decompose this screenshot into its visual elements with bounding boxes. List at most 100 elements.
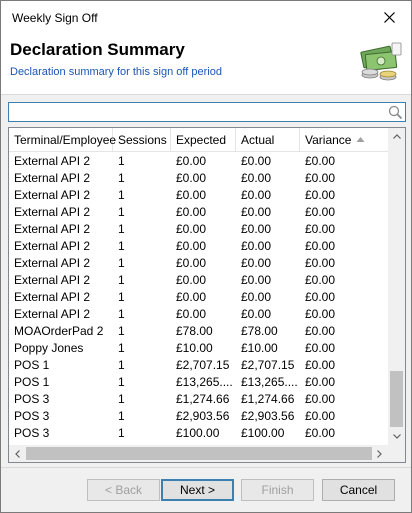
expected-cell: £0.00 bbox=[176, 273, 207, 287]
actual-cell: £2,903.56 bbox=[241, 409, 295, 423]
terminal-employee-cell: External API 2 bbox=[14, 273, 91, 287]
column-header-actual[interactable]: Actual bbox=[236, 128, 300, 152]
variance-cell: £0.00 bbox=[305, 273, 336, 287]
page-title: Declaration Summary bbox=[10, 40, 185, 59]
sessions-cell: 1 bbox=[118, 375, 125, 389]
variance-cell: £0.00 bbox=[305, 375, 336, 389]
scroll-left-button[interactable] bbox=[9, 445, 26, 462]
sessions-cell: 1 bbox=[118, 324, 125, 338]
actual-cell: £100.00 bbox=[241, 426, 285, 440]
actual-cell: £0.00 bbox=[241, 307, 272, 321]
expected-cell: £10.00 bbox=[176, 341, 213, 355]
sessions-cell: 1 bbox=[118, 273, 125, 287]
search-icon[interactable] bbox=[388, 105, 403, 120]
terminal-employee-cell: External API 2 bbox=[14, 171, 91, 185]
table-row[interactable]: POS 3 1 £100.00 £100.00 £0.00 bbox=[9, 425, 389, 442]
terminal-employee-cell: External API 2 bbox=[14, 222, 91, 236]
table-row[interactable]: External API 2 1 £0.00 £0.00 £0.00 bbox=[9, 238, 389, 255]
chevron-left-icon bbox=[15, 449, 20, 458]
chevron-right-icon bbox=[377, 449, 382, 458]
search-input[interactable] bbox=[13, 104, 383, 120]
table-row[interactable]: MOAOrderPad 2 1 £78.00 £78.00 £0.00 bbox=[9, 323, 389, 340]
sessions-cell: 1 bbox=[118, 154, 125, 168]
table-row[interactable]: External API 2 1 £0.00 £0.00 £0.00 bbox=[9, 170, 389, 187]
grid-header: Terminal/Employee Sessions Expected Actu… bbox=[9, 128, 389, 152]
actual-cell: £0.00 bbox=[241, 205, 272, 219]
horizontal-scrollbar[interactable] bbox=[9, 445, 405, 462]
title-bar: Weekly Sign Off bbox=[1, 1, 411, 33]
actual-cell: £0.00 bbox=[241, 171, 272, 185]
column-header-sessions[interactable]: Sessions bbox=[113, 128, 171, 152]
expected-cell: £13,265.... bbox=[176, 375, 233, 389]
table-row[interactable]: POS 3 1 £1,274.66 £1,274.66 £0.00 bbox=[9, 391, 389, 408]
variance-cell: £0.00 bbox=[305, 256, 336, 270]
variance-cell: £0.00 bbox=[305, 324, 336, 338]
table-row[interactable]: External API 2 1 £0.00 £0.00 £0.00 bbox=[9, 255, 389, 272]
variance-cell: £0.00 bbox=[305, 171, 336, 185]
sessions-cell: 1 bbox=[118, 171, 125, 185]
table-row[interactable]: External API 2 1 £0.00 £0.00 £0.00 bbox=[9, 153, 389, 170]
actual-cell: £0.00 bbox=[241, 222, 272, 236]
scroll-right-button[interactable] bbox=[371, 445, 388, 462]
close-icon bbox=[383, 11, 395, 23]
scroll-down-button[interactable] bbox=[388, 428, 405, 445]
expected-cell: £0.00 bbox=[176, 290, 207, 304]
actual-cell: £13,265.... bbox=[241, 375, 298, 389]
variance-cell: £0.00 bbox=[305, 154, 336, 168]
table-row[interactable]: POS 1 1 £13,265.... £13,265.... £0.00 bbox=[9, 374, 389, 391]
close-button[interactable] bbox=[367, 1, 411, 33]
finish-button[interactable]: Finish bbox=[241, 479, 314, 501]
table-row[interactable]: External API 2 1 £0.00 £0.00 £0.00 bbox=[9, 187, 389, 204]
column-header-variance[interactable]: Variance bbox=[300, 128, 389, 152]
table-row[interactable]: External API 2 1 £0.00 £0.00 £0.00 bbox=[9, 289, 389, 306]
column-header-variance-label: Variance bbox=[305, 133, 352, 147]
vertical-scrollbar[interactable] bbox=[388, 128, 405, 445]
variance-cell: £0.00 bbox=[305, 205, 336, 219]
variance-cell: £0.00 bbox=[305, 307, 336, 321]
table-row[interactable]: External API 2 1 £0.00 £0.00 £0.00 bbox=[9, 204, 389, 221]
actual-cell: £0.00 bbox=[241, 154, 272, 168]
vertical-scroll-thumb[interactable] bbox=[390, 371, 403, 427]
sessions-cell: 1 bbox=[118, 256, 125, 270]
table-row[interactable]: POS 1 1 £2,707.15 £2,707.15 £0.00 bbox=[9, 357, 389, 374]
expected-cell: £0.00 bbox=[176, 239, 207, 253]
actual-cell: £10.00 bbox=[241, 341, 278, 355]
terminal-employee-cell: External API 2 bbox=[14, 205, 91, 219]
column-header-expected[interactable]: Expected bbox=[171, 128, 236, 152]
terminal-employee-cell: External API 2 bbox=[14, 256, 91, 270]
expected-cell: £0.00 bbox=[176, 188, 207, 202]
sessions-cell: 1 bbox=[118, 222, 125, 236]
column-header-terminal[interactable]: Terminal/Employee bbox=[9, 128, 116, 152]
next-button[interactable]: Next > bbox=[161, 479, 234, 501]
sessions-cell: 1 bbox=[118, 188, 125, 202]
table-row[interactable]: POS 3 1 £2,903.56 £2,903.56 £0.00 bbox=[9, 408, 389, 425]
table-row[interactable]: External API 2 1 £0.00 £0.00 £0.00 bbox=[9, 221, 389, 238]
grid-rows: External API 2 1 £0.00 £0.00 £0.00 External A… bbox=[9, 153, 389, 442]
sessions-cell: 1 bbox=[118, 392, 125, 406]
actual-cell: £0.00 bbox=[241, 273, 272, 287]
scroll-up-button[interactable] bbox=[388, 128, 405, 145]
variance-cell: £0.00 bbox=[305, 222, 336, 236]
cancel-button[interactable]: Cancel bbox=[322, 479, 395, 501]
expected-cell: £0.00 bbox=[176, 307, 207, 321]
table-row[interactable]: Poppy Jones 1 £10.00 £10.00 £0.00 bbox=[9, 340, 389, 357]
wizard-footer: < Back Next > Finish Cancel bbox=[1, 467, 411, 512]
table-row[interactable]: External API 2 1 £0.00 £0.00 £0.00 bbox=[9, 306, 389, 323]
variance-cell: £0.00 bbox=[305, 188, 336, 202]
sessions-cell: 1 bbox=[118, 205, 125, 219]
expected-cell: £0.00 bbox=[176, 171, 207, 185]
terminal-employee-cell: External API 2 bbox=[14, 307, 91, 321]
back-button[interactable]: < Back bbox=[87, 479, 160, 501]
terminal-employee-cell: POS 3 bbox=[14, 409, 50, 423]
variance-cell: £0.00 bbox=[305, 392, 336, 406]
expected-cell: £0.00 bbox=[176, 256, 207, 270]
horizontal-scroll-thumb[interactable] bbox=[26, 447, 372, 460]
sessions-cell: 1 bbox=[118, 341, 125, 355]
terminal-employee-cell: POS 3 bbox=[14, 392, 50, 406]
actual-cell: £0.00 bbox=[241, 256, 272, 270]
expected-cell: £0.00 bbox=[176, 222, 207, 236]
expected-cell: £2,903.56 bbox=[176, 409, 230, 423]
actual-cell: £0.00 bbox=[241, 188, 272, 202]
table-row[interactable]: External API 2 1 £0.00 £0.00 £0.00 bbox=[9, 272, 389, 289]
wizard-header: Declaration Summary Declaration summary … bbox=[1, 33, 411, 95]
